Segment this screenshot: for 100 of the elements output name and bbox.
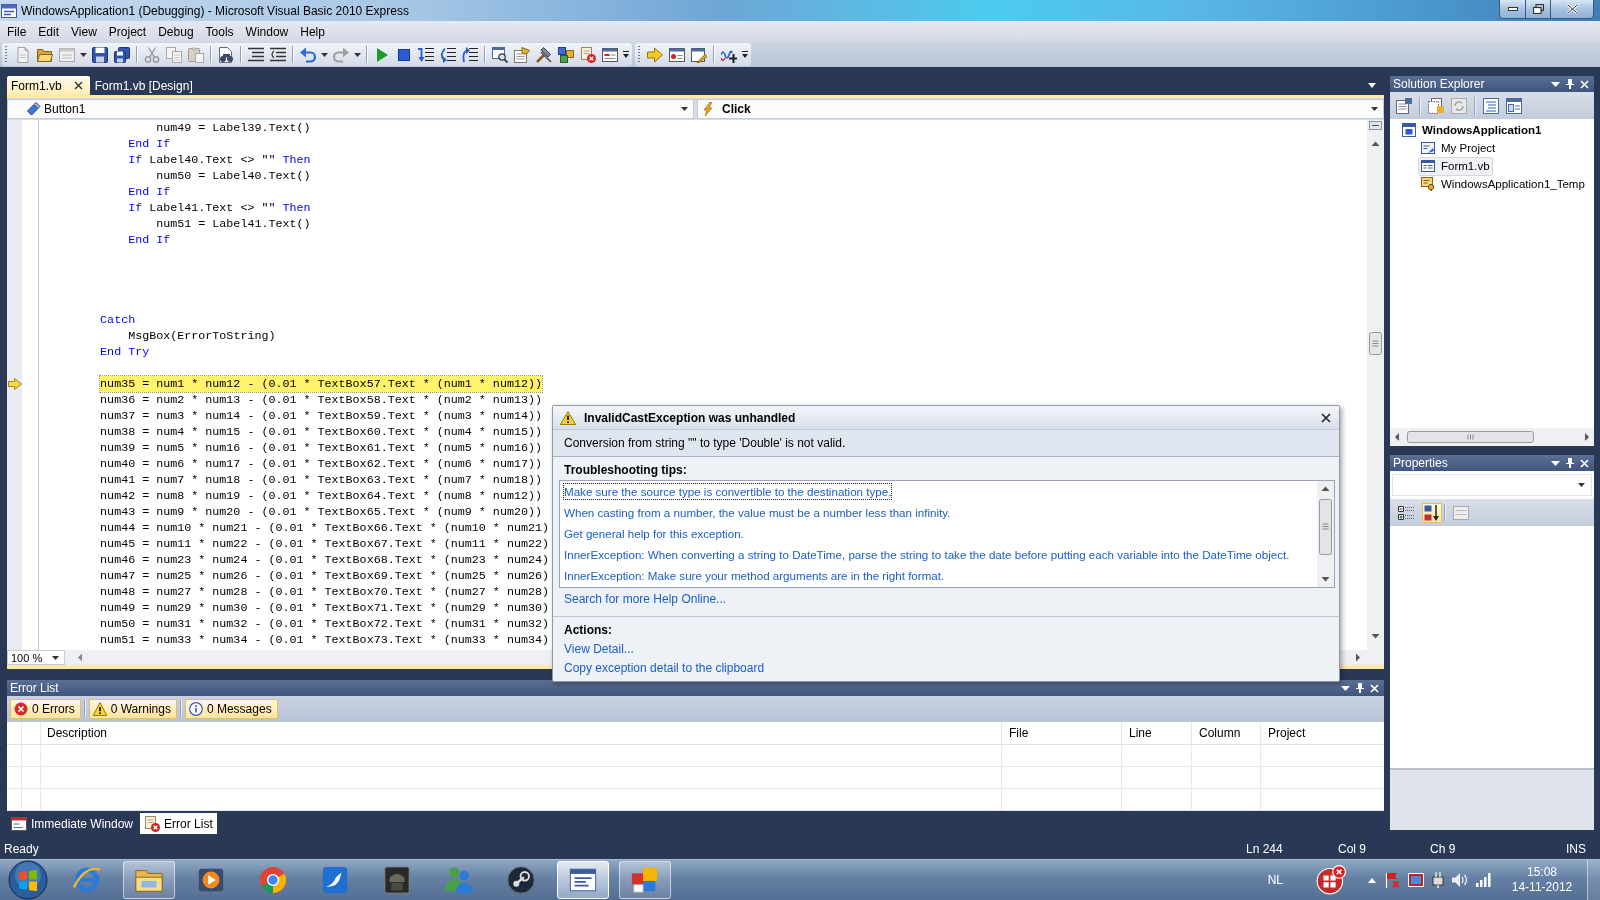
menu-item[interactable]: Project: [102, 24, 153, 39]
object-dropdown[interactable]: Button1: [7, 99, 694, 119]
menu-item[interactable]: View: [65, 24, 103, 39]
action-link[interactable]: View Detail...: [564, 642, 634, 657]
zoom-dropdown[interactable]: 100 %: [7, 650, 65, 665]
show-all-files-icon[interactable]: [1428, 97, 1444, 114]
menu-item[interactable]: File: [1, 24, 33, 39]
blocks-icon[interactable]: [558, 46, 574, 63]
panel-title: Error List: [10, 681, 59, 695]
arrow-icon[interactable]: [647, 46, 663, 63]
close-button[interactable]: [1551, 0, 1594, 19]
text-lines-icon[interactable]: [248, 46, 264, 63]
column-header[interactable]: File: [1009, 726, 1029, 740]
dropdown-arrow-icon[interactable]: [1551, 81, 1560, 87]
window-magnifier-icon[interactable]: [492, 46, 508, 63]
menu-item[interactable]: Debug: [152, 24, 200, 39]
dropdown-arrow-icon[interactable]: [1368, 83, 1376, 88]
tree-item[interactable]: Form1.vb: [1418, 156, 1493, 176]
folder-icon[interactable]: [37, 46, 53, 63]
tool-window-tab[interactable]: Immediate Window: [7, 813, 138, 834]
tips-list[interactable]: [559, 480, 1335, 588]
text-lines-curve-icon[interactable]: [270, 46, 286, 63]
tip-link[interactable]: Get general help for this exception.: [564, 526, 744, 541]
panel-title: Properties: [1393, 456, 1448, 470]
tree-item[interactable]: WindowsApplication1: [1399, 120, 1545, 140]
close-icon[interactable]: [1321, 412, 1331, 423]
sort-button[interactable]: [1422, 502, 1442, 523]
dropdown-arrow-icon[interactable]: [1551, 460, 1560, 466]
stop-icon[interactable]: [396, 46, 412, 63]
tip-link[interactable]: When casting from a number, the value must be a number less than infinity.: [564, 505, 951, 520]
save-all-icon[interactable]: [114, 46, 130, 63]
close-icon[interactable]: [73, 81, 83, 90]
signal-bars-icon[interactable]: [1476, 873, 1491, 887]
language-indicator[interactable]: NL: [1267, 873, 1283, 887]
code-line: num48 = num27 * num28 - (0.01 * TextBox70.Text * (num27 * num28): [100, 584, 549, 600]
tip-link[interactable]: InnerException: When converting a string to DateTime, parse the string to take the date before putting each variable into the DateTime object.: [564, 547, 1290, 562]
tip-link[interactable]: InnerException: Make sure your method arguments are in the right format.: [564, 568, 945, 583]
column-header[interactable]: Project: [1268, 726, 1306, 740]
restore-button[interactable]: [1526, 0, 1551, 19]
tree-item[interactable]: WindowsApplication1_Temp: [1418, 174, 1588, 194]
step-over-icon[interactable]: [440, 46, 456, 63]
power-plug-icon[interactable]: [1432, 872, 1444, 888]
filter-button[interactable]: 0 Warnings: [88, 699, 177, 719]
tools-icon[interactable]: [536, 46, 552, 63]
menu-item[interactable]: Tools: [199, 24, 240, 39]
properties-icon[interactable]: [514, 46, 530, 63]
tree-item[interactable]: My Project: [1418, 138, 1499, 158]
paste-icon[interactable]: [188, 46, 204, 63]
column-header[interactable]: Column: [1199, 726, 1241, 740]
flag-icon[interactable]: [1384, 872, 1400, 888]
overflow-icon[interactable]: [741, 51, 749, 58]
event-dropdown[interactable]: Click: [697, 99, 1384, 119]
dropdown-arrow-icon[interactable]: [1341, 685, 1350, 691]
dropdown-arrow-icon[interactable]: [80, 52, 87, 57]
pin-icon[interactable]: [1566, 79, 1574, 89]
taskbar-button[interactable]: [557, 861, 609, 899]
horizontal-scrollbar[interactable]: [1390, 428, 1594, 446]
minimize-button[interactable]: [1499, 0, 1526, 19]
help-link[interactable]: Search for more Help Online...: [564, 592, 727, 607]
document-error-icon[interactable]: [580, 46, 596, 63]
dropdown-arrow-icon[interactable]: [354, 52, 361, 57]
undo-icon[interactable]: [300, 46, 316, 63]
document-tab[interactable]: Form1.vb: [7, 76, 90, 95]
vertical-scrollbar[interactable]: [1317, 481, 1334, 587]
column-header[interactable]: Description: [47, 726, 108, 740]
menu-item[interactable]: Window: [239, 24, 295, 39]
alert-circle-icon[interactable]: [1316, 865, 1346, 895]
action-link[interactable]: Copy exception detail to the clipboard: [564, 661, 765, 676]
document-tab[interactable]: Form1.vb [Design]: [89, 76, 198, 95]
pin-icon[interactable]: [1566, 458, 1574, 468]
app-icon[interactable]: [1, 2, 17, 19]
chevron-up-icon[interactable]: [1368, 877, 1376, 883]
show-desktop-button[interactable]: [1587, 860, 1600, 900]
binoculars-document-icon[interactable]: [218, 46, 234, 63]
window-pencil-icon[interactable]: [691, 46, 707, 63]
monitor-icon[interactable]: [1408, 873, 1424, 887]
save-icon[interactable]: [92, 46, 108, 63]
clock-date[interactable]: 14-11-2012: [1511, 880, 1573, 895]
code-view-icon[interactable]: [1483, 97, 1499, 114]
start-orb-icon[interactable]: [8, 860, 48, 900]
overflow-icon[interactable]: [622, 51, 630, 58]
window-icon[interactable]: [602, 46, 618, 63]
speaker-icon[interactable]: [1452, 873, 1468, 887]
play-icon[interactable]: [374, 46, 390, 63]
step-out-icon[interactable]: [462, 46, 478, 63]
properties-icon[interactable]: [1396, 97, 1412, 114]
filter-button[interactable]: 0 Errors: [10, 699, 81, 719]
vertical-scrollbar[interactable]: [1367, 120, 1384, 650]
form-icon: [1421, 159, 1435, 173]
status-message: Ready: [4, 842, 39, 856]
step-into-icon[interactable]: [418, 46, 434, 63]
column-header[interactable]: Line: [1129, 726, 1152, 740]
tool-window-tab[interactable]: Error List: [140, 813, 217, 834]
filter-button[interactable]: 0 Messages: [184, 699, 278, 719]
pin-icon[interactable]: [1356, 683, 1364, 693]
form-design-icon[interactable]: [1506, 97, 1522, 114]
tip-link[interactable]: Make sure the source type is convertible to the destination type.: [564, 484, 892, 499]
dropdown-arrow-icon[interactable]: [321, 52, 328, 57]
menu-item[interactable]: Edit: [32, 24, 66, 39]
menu-item[interactable]: Help: [294, 24, 331, 39]
